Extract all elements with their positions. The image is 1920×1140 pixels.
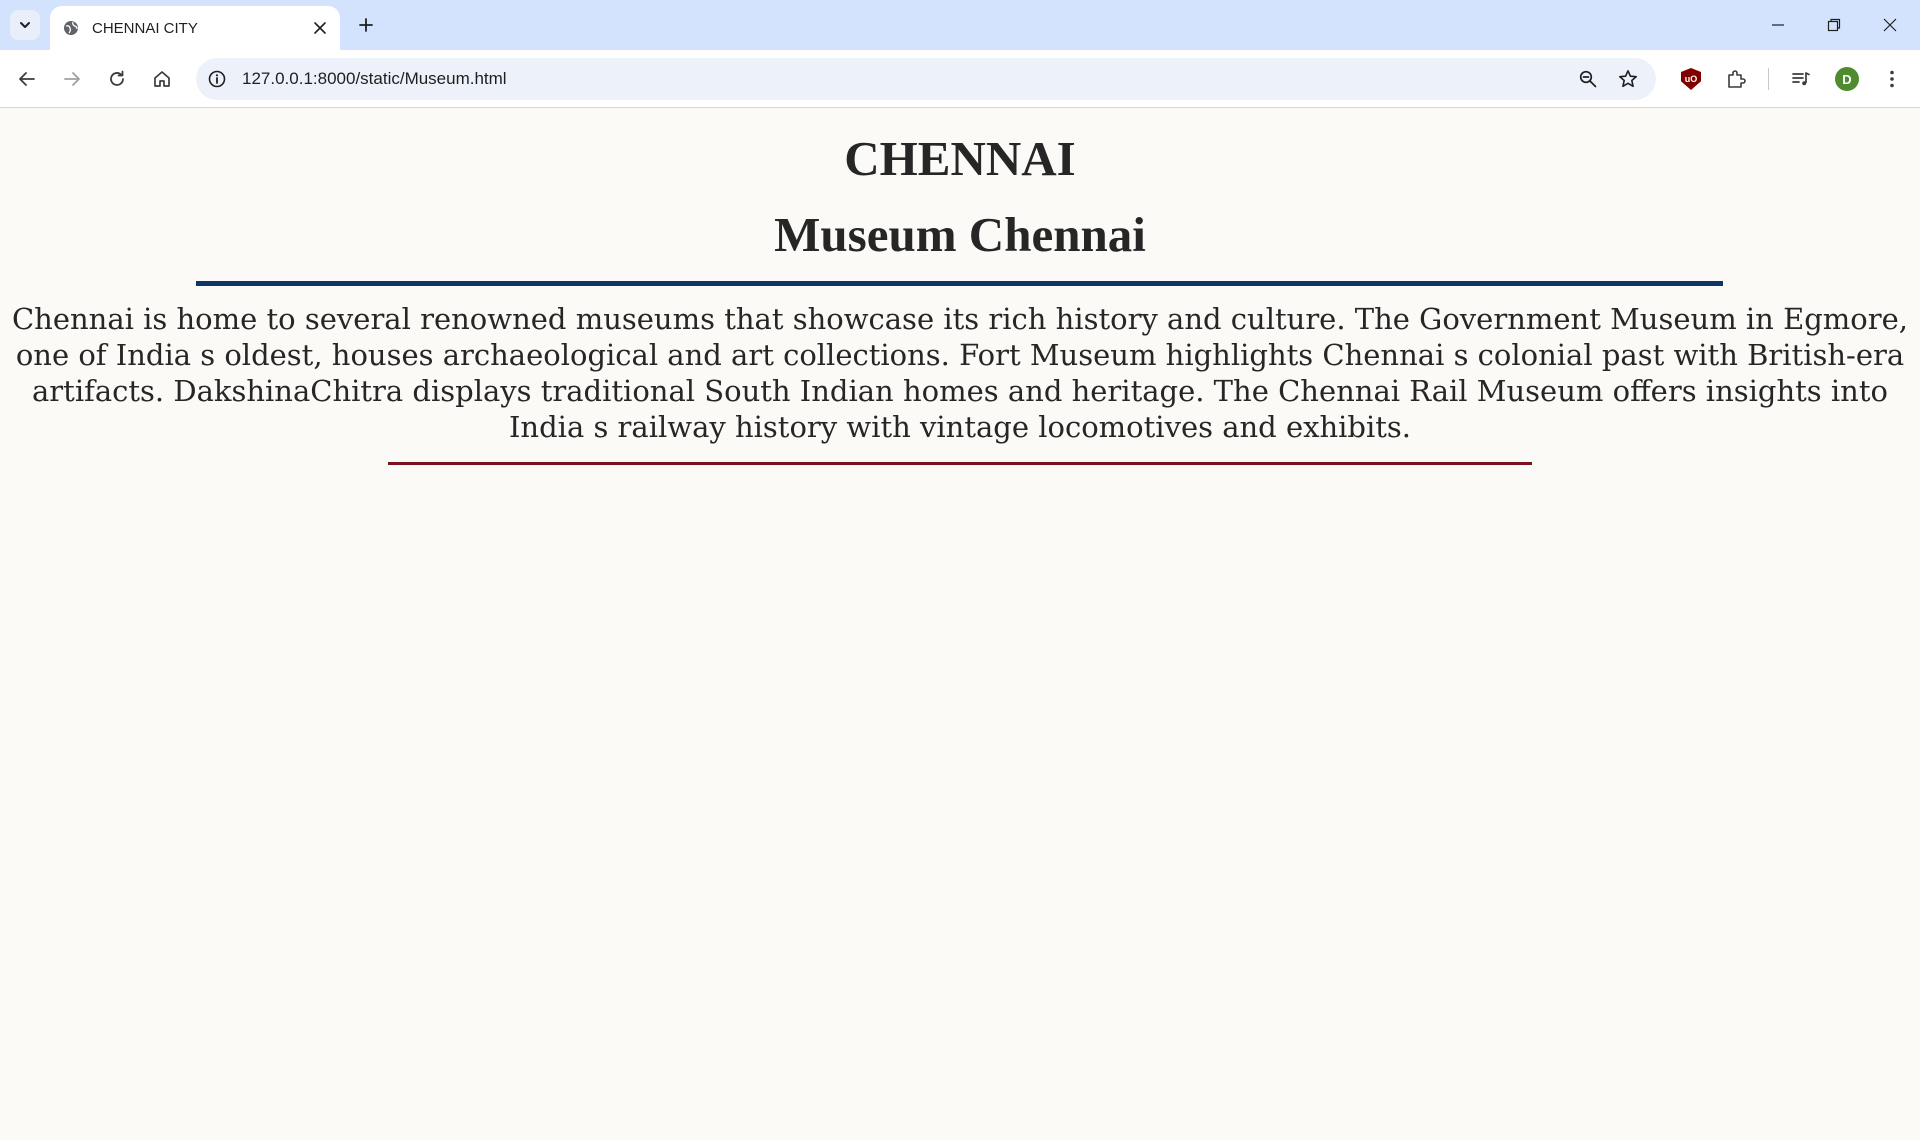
avatar: D xyxy=(1835,67,1859,91)
extensions-icon xyxy=(1728,70,1746,88)
profile-button[interactable]: D xyxy=(1830,62,1864,96)
star-icon[interactable] xyxy=(1616,67,1640,91)
home-button[interactable] xyxy=(145,62,179,96)
zoom-icon[interactable] xyxy=(1576,67,1600,91)
address-bar[interactable]: 127.0.0.1:8000/static/Museum.html xyxy=(196,58,1656,100)
active-tab[interactable]: CHENNAI CITY xyxy=(50,6,340,50)
media-control-button[interactable] xyxy=(1784,62,1818,96)
back-button[interactable] xyxy=(10,62,44,96)
restore-button[interactable] xyxy=(1806,0,1862,50)
back-arrow-icon xyxy=(19,72,35,86)
tab-search-button[interactable] xyxy=(10,10,40,40)
url-text[interactable]: 127.0.0.1:8000/static/Museum.html xyxy=(242,69,507,89)
close-icon[interactable] xyxy=(310,18,330,38)
info-icon[interactable] xyxy=(206,68,228,90)
window-close-button[interactable] xyxy=(1862,0,1918,50)
reload-button[interactable] xyxy=(100,62,134,96)
reload-icon xyxy=(110,70,124,86)
museum-description: Chennai is home to several renowned muse… xyxy=(11,302,1909,444)
kebab-menu-icon xyxy=(1890,70,1894,88)
media-control-icon xyxy=(1792,72,1810,86)
red-divider xyxy=(388,462,1532,465)
new-tab-button[interactable] xyxy=(352,11,380,39)
browser-toolbar: 127.0.0.1:8000/static/Museum.html uO D xyxy=(0,50,1920,108)
browser-menu-button[interactable] xyxy=(1875,62,1909,96)
toolbar-divider xyxy=(1768,68,1769,90)
forward-arrow-icon xyxy=(64,72,80,86)
minimize-icon xyxy=(1772,24,1784,26)
globe-icon xyxy=(62,19,80,37)
section-title: Museum Chennai xyxy=(774,207,1146,262)
ublock-icon: uO xyxy=(1681,68,1701,90)
tab-strip: CHENNAI CITY xyxy=(0,0,1920,50)
forward-button[interactable] xyxy=(55,62,89,96)
ublock-extension-button[interactable]: uO xyxy=(1674,62,1708,96)
minimize-button[interactable] xyxy=(1750,0,1806,50)
tab-title: CHENNAI CITY xyxy=(92,19,198,37)
extensions-button[interactable] xyxy=(1719,62,1753,96)
blue-divider xyxy=(196,281,1723,286)
restore-icon xyxy=(1827,18,1841,32)
plus-icon xyxy=(359,18,373,32)
page-title: CHENNAI xyxy=(844,131,1076,186)
window-close-icon xyxy=(1883,18,1897,32)
home-icon xyxy=(154,71,170,87)
chevron-down-icon xyxy=(20,22,30,28)
page-content: CHENNAI Museum Chennai Chennai is home t… xyxy=(0,108,1920,1140)
